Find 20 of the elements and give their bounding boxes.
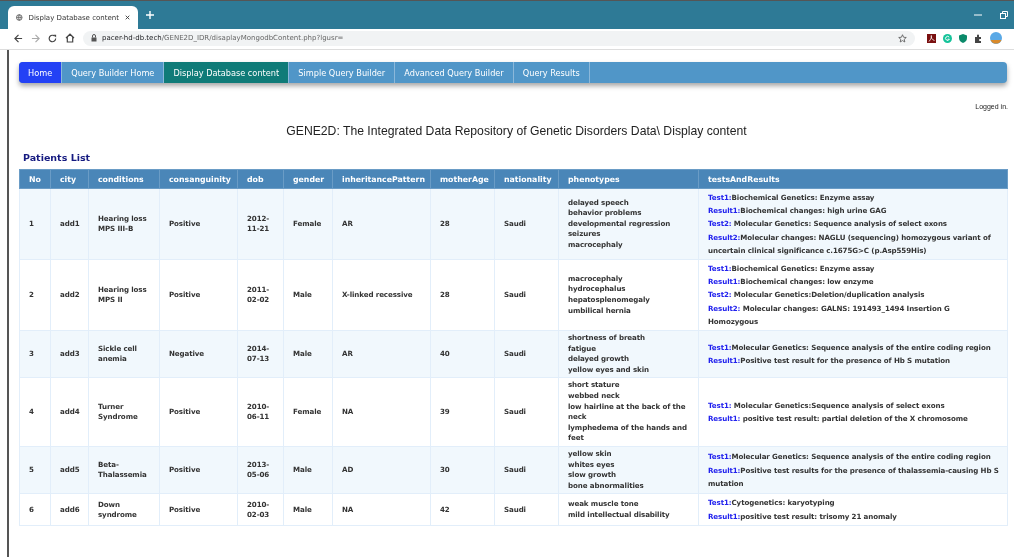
page-title: GENE2D: The Integrated Data Repository of Genetic Disorders Data\ Display content xyxy=(285,124,748,138)
nav-tab[interactable]: Query Results xyxy=(513,62,590,83)
pdf-extension-icon[interactable] xyxy=(927,33,936,43)
restore-icon[interactable] xyxy=(1000,11,1008,19)
shield-icon[interactable] xyxy=(959,33,967,43)
lock-icon xyxy=(91,34,97,42)
star-icon[interactable] xyxy=(898,33,907,43)
home-icon[interactable] xyxy=(65,33,75,43)
minimize-icon[interactable] xyxy=(974,11,982,19)
nav-tab[interactable]: Home xyxy=(19,62,63,83)
globe-icon xyxy=(16,13,23,22)
section-title: Patients List xyxy=(23,152,92,163)
nav-tab[interactable]: Advanced Query Builder xyxy=(395,62,514,83)
nav-tab[interactable]: Simple Query Builder xyxy=(289,62,396,83)
new-tab-icon[interactable] xyxy=(146,11,154,19)
close-icon[interactable] xyxy=(124,14,130,21)
reload-icon[interactable] xyxy=(48,33,57,43)
nav-tab[interactable]: Display Database content xyxy=(164,62,290,83)
back-icon[interactable] xyxy=(14,33,23,43)
avatar-icon[interactable] xyxy=(990,32,1002,44)
